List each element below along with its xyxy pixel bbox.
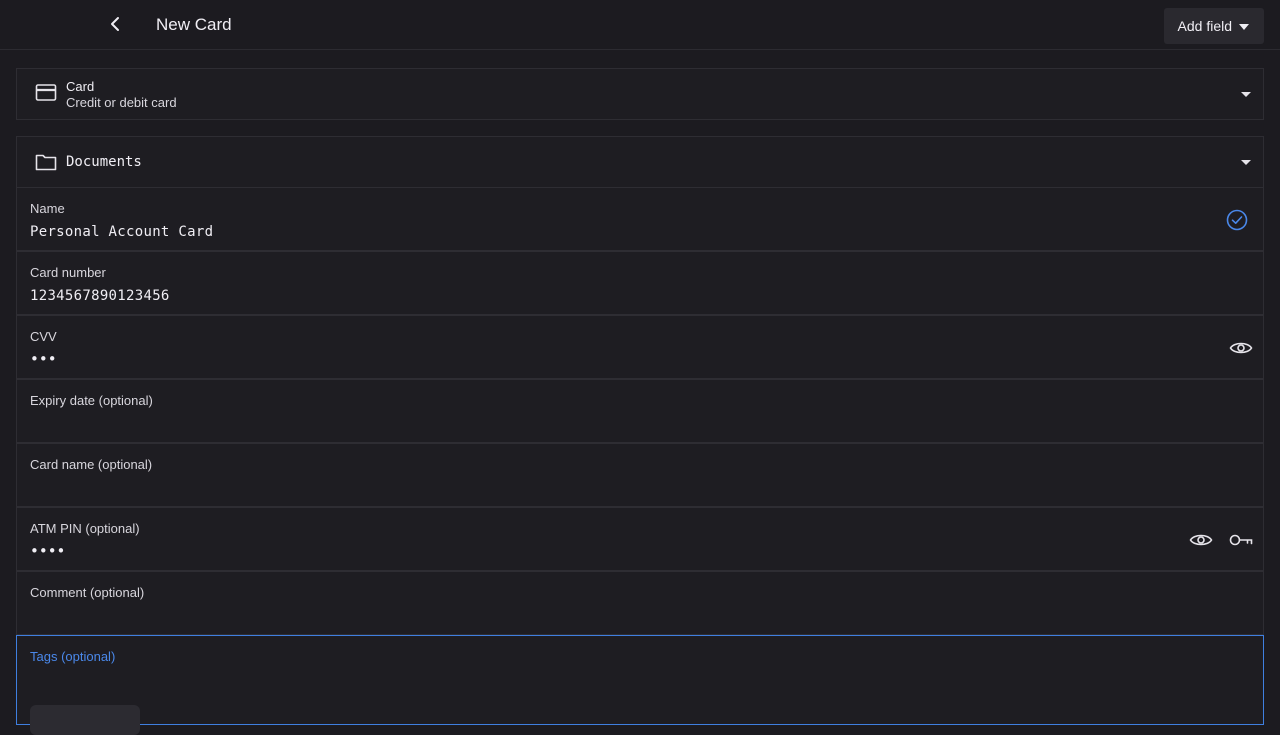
card-name-input[interactable] bbox=[30, 476, 1203, 500]
chevron-left-icon bbox=[108, 16, 124, 37]
eye-icon[interactable] bbox=[1189, 528, 1213, 552]
atm-pin-field[interactable]: ATM PIN (optional) •••• bbox=[16, 507, 1264, 571]
caret-down-icon bbox=[1238, 18, 1250, 34]
atm-pin-label: ATM PIN (optional) bbox=[30, 521, 140, 536]
cvv-field[interactable]: CVV ••• bbox=[16, 315, 1264, 379]
item-type-description: Credit or debit card bbox=[66, 95, 177, 110]
comment-input[interactable] bbox=[30, 604, 1203, 628]
name-field[interactable]: Name Personal Account Card bbox=[16, 187, 1264, 251]
add-field-button[interactable]: Add field bbox=[1163, 8, 1264, 44]
comment-field[interactable]: Comment (optional) bbox=[16, 571, 1264, 635]
name-value[interactable]: Personal Account Card bbox=[30, 224, 213, 240]
folder-name: Documents bbox=[66, 154, 142, 170]
comment-label: Comment (optional) bbox=[30, 585, 145, 600]
key-icon[interactable] bbox=[1229, 528, 1253, 552]
card-number-value[interactable]: 1234567890123456 bbox=[30, 288, 170, 304]
folder-select[interactable]: Documents bbox=[16, 136, 1264, 188]
top-bar: New Card Add field bbox=[0, 0, 1280, 50]
atm-pin-value[interactable]: •••• bbox=[30, 542, 65, 560]
card-name-label: Card name (optional) bbox=[30, 457, 153, 472]
tags-label: Tags (optional) bbox=[30, 649, 116, 664]
caret-down-icon bbox=[1241, 92, 1251, 97]
back-button[interactable] bbox=[100, 10, 132, 42]
tag-chip[interactable] bbox=[30, 705, 140, 735]
cvv-value[interactable]: ••• bbox=[30, 350, 57, 368]
item-type-select[interactable]: Card Credit or debit card bbox=[16, 68, 1264, 120]
card-number-field[interactable]: Card number 1234567890123456 bbox=[16, 251, 1264, 315]
expiry-date-field[interactable]: Expiry date (optional) bbox=[16, 379, 1264, 443]
credit-card-icon bbox=[35, 83, 57, 108]
cvv-label: CVV bbox=[30, 329, 57, 344]
caret-down-icon bbox=[1241, 160, 1251, 165]
card-name-field[interactable]: Card name (optional) bbox=[16, 443, 1264, 507]
tags-field[interactable]: Tags (optional) bbox=[16, 635, 1264, 735]
item-type-name: Card bbox=[66, 79, 95, 94]
folder-icon bbox=[35, 152, 57, 177]
add-field-label: Add field bbox=[1177, 18, 1232, 34]
page-title: New Card bbox=[156, 15, 232, 34]
card-number-label: Card number bbox=[30, 265, 106, 280]
name-label: Name bbox=[30, 201, 65, 216]
check-circle-icon bbox=[1225, 208, 1249, 232]
eye-icon[interactable] bbox=[1229, 336, 1253, 360]
expiry-date-input[interactable] bbox=[30, 412, 1203, 436]
expiry-date-label: Expiry date (optional) bbox=[30, 393, 153, 408]
